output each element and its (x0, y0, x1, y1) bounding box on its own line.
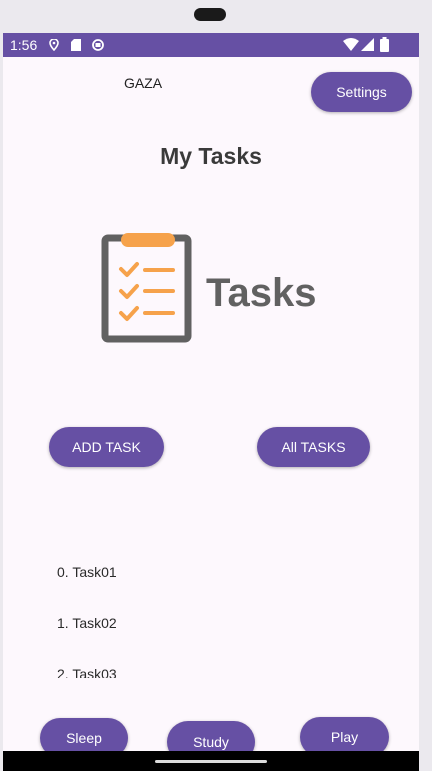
tasks-logo: Tasks (99, 229, 324, 344)
sd-card-icon (71, 39, 81, 51)
add-task-button[interactable]: ADD TASK (49, 427, 164, 467)
clipboard-checklist-icon: Tasks (101, 233, 316, 343)
app-screen: 1:56 GAZA Settings My Tasks Tasks ADD TA… (3, 33, 419, 771)
home-gesture-handle[interactable] (155, 760, 267, 763)
settings-button[interactable]: Settings (311, 72, 412, 112)
location-label: GAZA (123, 75, 163, 91)
task-item-2[interactable]: 2. Task03 (57, 666, 117, 678)
device-frame: 1:56 GAZA Settings My Tasks Tasks ADD TA… (0, 0, 432, 771)
all-tasks-button[interactable]: All TASKS (257, 427, 370, 467)
page-title: My Tasks (160, 143, 262, 169)
front-camera (194, 8, 226, 21)
task-list: 0. Task01 1. Task02 2. Task03 (3, 548, 419, 678)
wifi-icon (343, 38, 359, 51)
system-nav-bar (3, 751, 419, 771)
task-item-1[interactable]: 1. Task02 (57, 615, 117, 631)
location-pin-icon (49, 39, 59, 51)
battery-icon (380, 37, 389, 52)
logo-word: Tasks (206, 271, 316, 315)
cellular-icon (361, 38, 374, 51)
status-time: 1:56 (10, 37, 38, 53)
status-bar: 1:56 (3, 33, 419, 57)
task-item-0[interactable]: 0. Task01 (57, 564, 117, 580)
sync-icon (92, 39, 104, 51)
